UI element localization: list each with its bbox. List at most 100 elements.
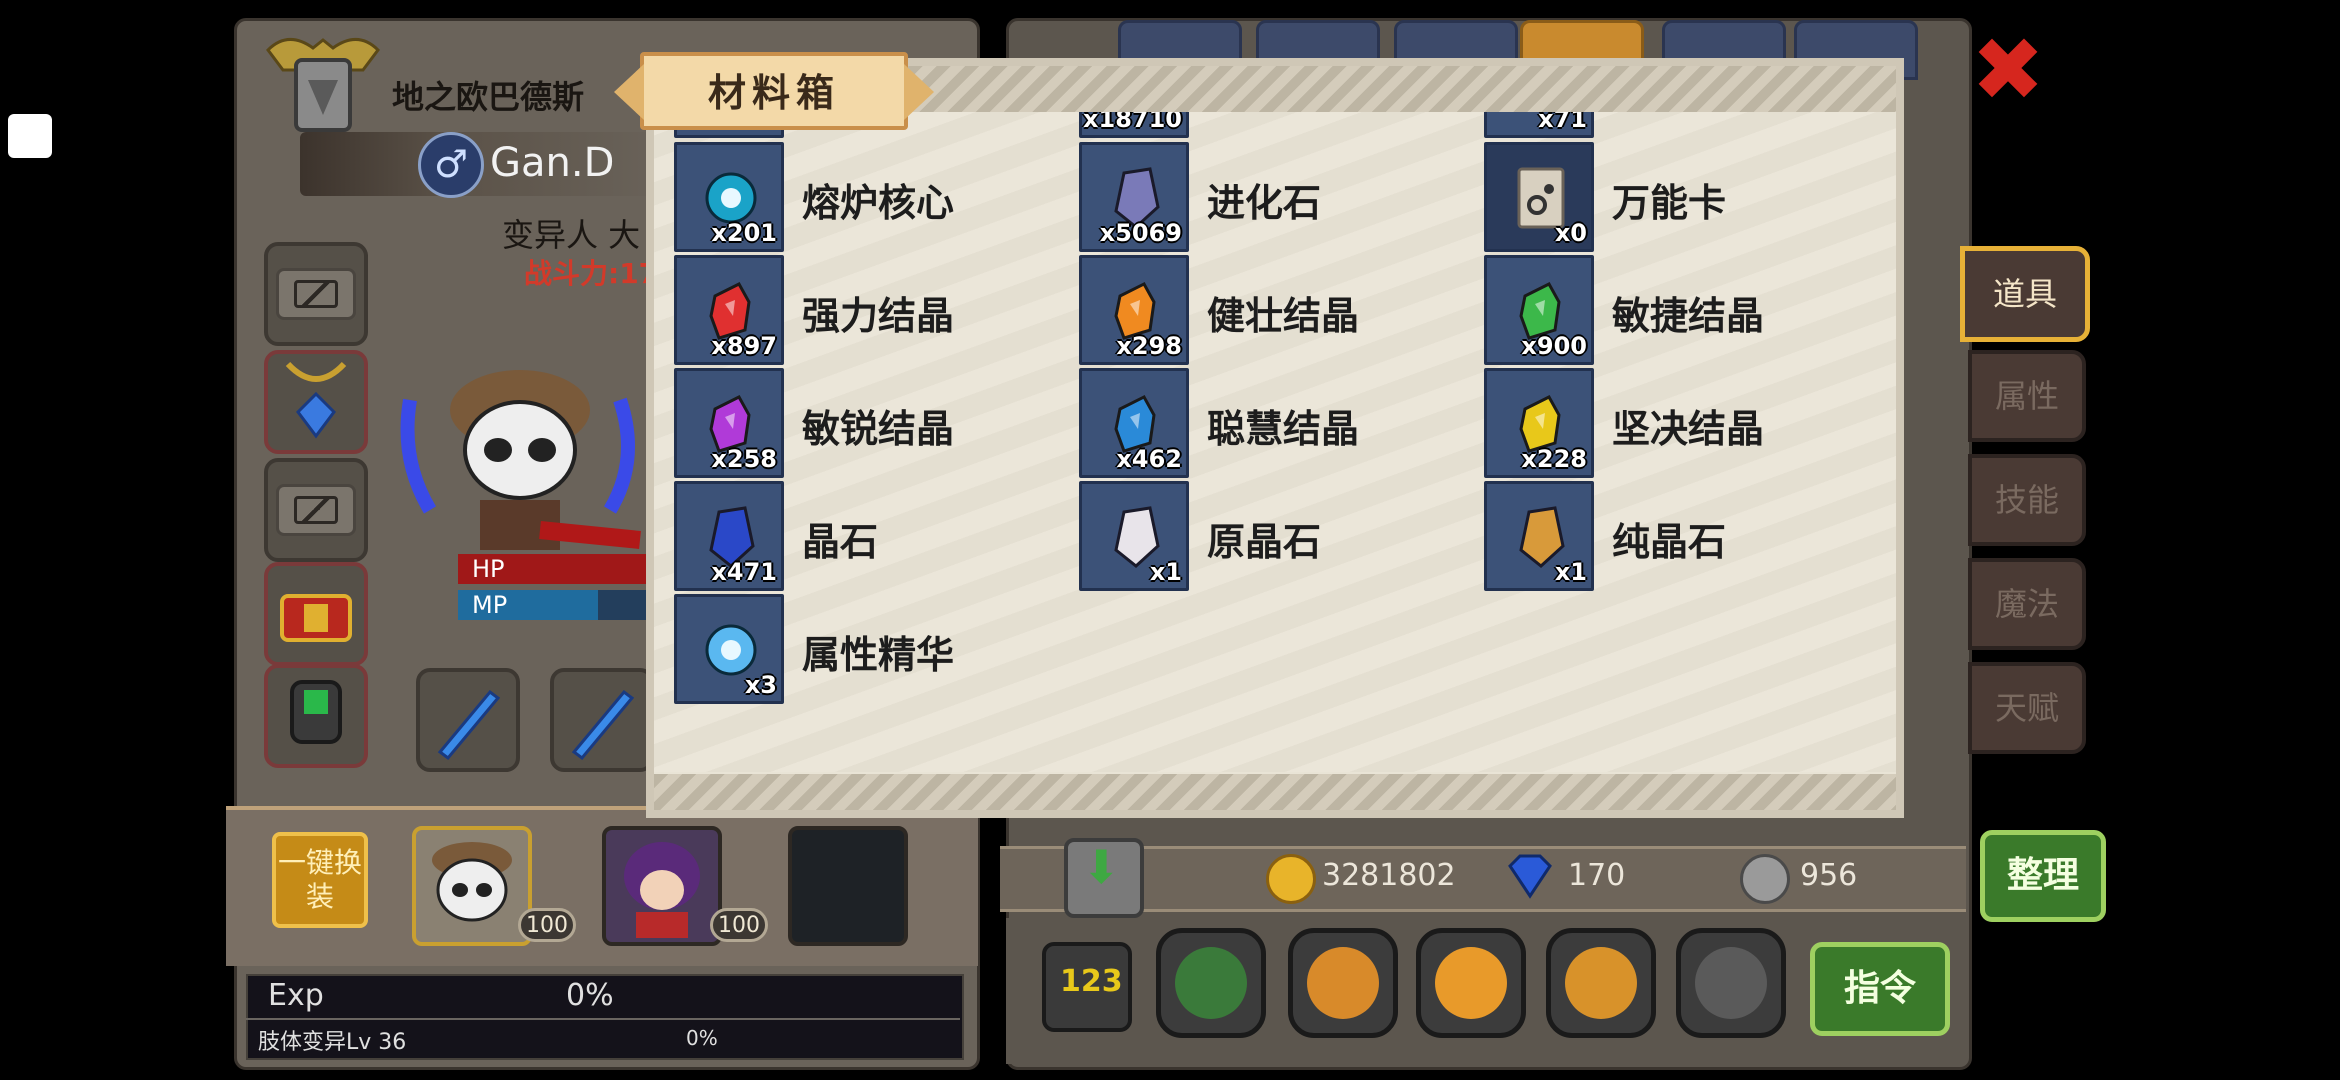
material-count: x1 [1554, 558, 1587, 586]
side-tab-talent[interactable]: 天赋 [1968, 662, 2086, 754]
equip-slot-weapon-2[interactable] [550, 668, 654, 772]
silver-token-icon [1740, 854, 1790, 904]
blue-gem-necklace-icon [285, 361, 347, 439]
side-tab-items[interactable]: 道具 [1960, 246, 2090, 342]
team-member-2-level: 100 [710, 908, 768, 942]
material-icon-frame: x900 [1484, 255, 1594, 365]
material-count: x228 [1521, 445, 1587, 473]
material-item[interactable]: x258 敏锐结晶 [674, 368, 1074, 478]
material-item[interactable]: x1 原晶石 [1079, 481, 1479, 591]
material-name: 敏锐结晶 [802, 407, 955, 451]
material-count: x0 [1554, 219, 1587, 247]
material-item[interactable]: x5069 进化石 [1079, 142, 1479, 252]
material-icon-frame: x5069 [1079, 142, 1189, 252]
material-icon-frame: x3 [674, 594, 784, 704]
equip-slot-locked-2[interactable] [264, 458, 368, 562]
material-icon-frame: x0 [1484, 142, 1594, 252]
material-item[interactable]: x298 健壮结晶 [1079, 255, 1479, 365]
skill-button-2[interactable] [1288, 928, 1398, 1038]
material-count: x258 [711, 445, 777, 473]
material-count: x3 [744, 671, 777, 699]
equip-slot-necklace[interactable] [264, 350, 368, 454]
page-toggle-button[interactable]: 123 [1042, 942, 1132, 1032]
material-count: x298 [1116, 332, 1182, 360]
blue-sword-icon [571, 689, 635, 761]
material-name: 强力结晶 [802, 294, 955, 338]
material-name: 熔炉核心 [802, 181, 955, 225]
character-title: 地之欧巴德斯 [392, 78, 585, 116]
race-label: 变异人 大 [502, 216, 641, 254]
mp-bar: MP [458, 590, 658, 620]
diamond-amount: 170 [1568, 858, 1626, 893]
red-belt-icon [280, 594, 352, 642]
team-member-1-level: 100 [518, 908, 576, 942]
material-item[interactable]: x1 纯晶石 [1484, 481, 1884, 591]
material-item[interactable]: x471 晶石 [674, 481, 1074, 591]
material-count: x900 [1521, 332, 1587, 360]
material-item[interactable]: x3 属性精华 [674, 594, 1074, 704]
material-count: x897 [711, 332, 777, 360]
side-tab-magic[interactable]: 魔法 [1968, 558, 2086, 650]
material-count: x462 [1116, 445, 1182, 473]
material-name: 敏捷结晶 [1612, 294, 1765, 338]
sun-skill-icon [1175, 947, 1247, 1019]
material-count: x1 [1149, 558, 1182, 586]
skill-button-4[interactable] [1546, 928, 1656, 1038]
team-member-2[interactable] [602, 826, 722, 946]
green-ring-icon [290, 680, 342, 744]
material-icon: x18710 [1079, 112, 1189, 138]
material-icon-frame: x1 [1484, 481, 1594, 591]
character-name: Gan.D [490, 140, 615, 186]
material-item[interactable]: x201 熔炉核心 [674, 142, 1074, 252]
equip-slot-ring[interactable] [264, 664, 368, 768]
material-icon-frame: x228 [1484, 368, 1594, 478]
exp-value: 0% [566, 978, 614, 1013]
material-name: 晶石 [802, 520, 879, 564]
token-amount: 956 [1800, 858, 1858, 893]
material-item[interactable]: x897 强力结晶 [674, 255, 1074, 365]
skill-button-3[interactable] [1416, 928, 1526, 1038]
team-member-empty[interactable] [788, 826, 908, 946]
material-item-partial-2[interactable]: x18710 [1079, 112, 1479, 138]
material-item[interactable]: x462 聪慧结晶 [1079, 368, 1479, 478]
blade-skill-icon [1435, 947, 1507, 1019]
panda-hero-portrait [390, 340, 650, 560]
download-icon[interactable] [1064, 838, 1144, 918]
side-tab-skills[interactable]: 技能 [1968, 454, 2086, 546]
equip-slot-weapon-1[interactable] [416, 668, 520, 772]
share-icon[interactable] [8, 114, 52, 158]
equip-slot-belt[interactable] [264, 562, 368, 666]
equip-slot-locked-1[interactable] [264, 242, 368, 346]
material-count: x71 [1538, 112, 1587, 133]
material-count: x471 [711, 558, 777, 586]
sort-button[interactable]: 整理 [1980, 830, 2106, 922]
material-name: 万能卡 [1612, 181, 1727, 225]
material-item[interactable]: x900 敏捷结晶 [1484, 255, 1884, 365]
material-name: 健壮结晶 [1207, 294, 1360, 338]
skill-button-5[interactable] [1676, 928, 1786, 1038]
material-name: 坚决结晶 [1612, 407, 1765, 451]
side-tab-attributes[interactable]: 属性 [1968, 350, 2086, 442]
gold-coin-icon [1266, 854, 1316, 904]
material-icon-frame: x471 [674, 481, 784, 591]
material-icon-frame: x258 [674, 368, 784, 478]
close-icon[interactable]: ✖ [1968, 26, 2048, 114]
material-item[interactable]: x0 万能卡 [1484, 142, 1884, 252]
team-member-1[interactable] [412, 826, 532, 946]
purple-hair-hero-icon [624, 842, 700, 938]
material-name: 进化石 [1207, 181, 1322, 225]
material-icon-frame: x1 [1079, 481, 1189, 591]
material-count: x5069 [1099, 219, 1182, 247]
hp-bar: HP [458, 554, 658, 584]
material-grid: x2863 x18710 x71 x201熔炉核心x5069进化石x0万能卡x8… [654, 112, 1896, 772]
material-item-partial-3[interactable]: x71 [1484, 112, 1884, 138]
lock-icon [276, 268, 356, 320]
command-button[interactable]: 指令 [1810, 942, 1950, 1036]
exp-divider [246, 1018, 960, 1020]
one-click-equip-button[interactable]: 一键换装 [272, 832, 368, 928]
material-item[interactable]: x228 坚决结晶 [1484, 368, 1884, 478]
skill-exp-value: 0% [686, 1026, 718, 1050]
popup-bottom-border [654, 774, 1896, 810]
skill-button-1[interactable] [1156, 928, 1266, 1038]
diamond-icon [1504, 852, 1556, 904]
